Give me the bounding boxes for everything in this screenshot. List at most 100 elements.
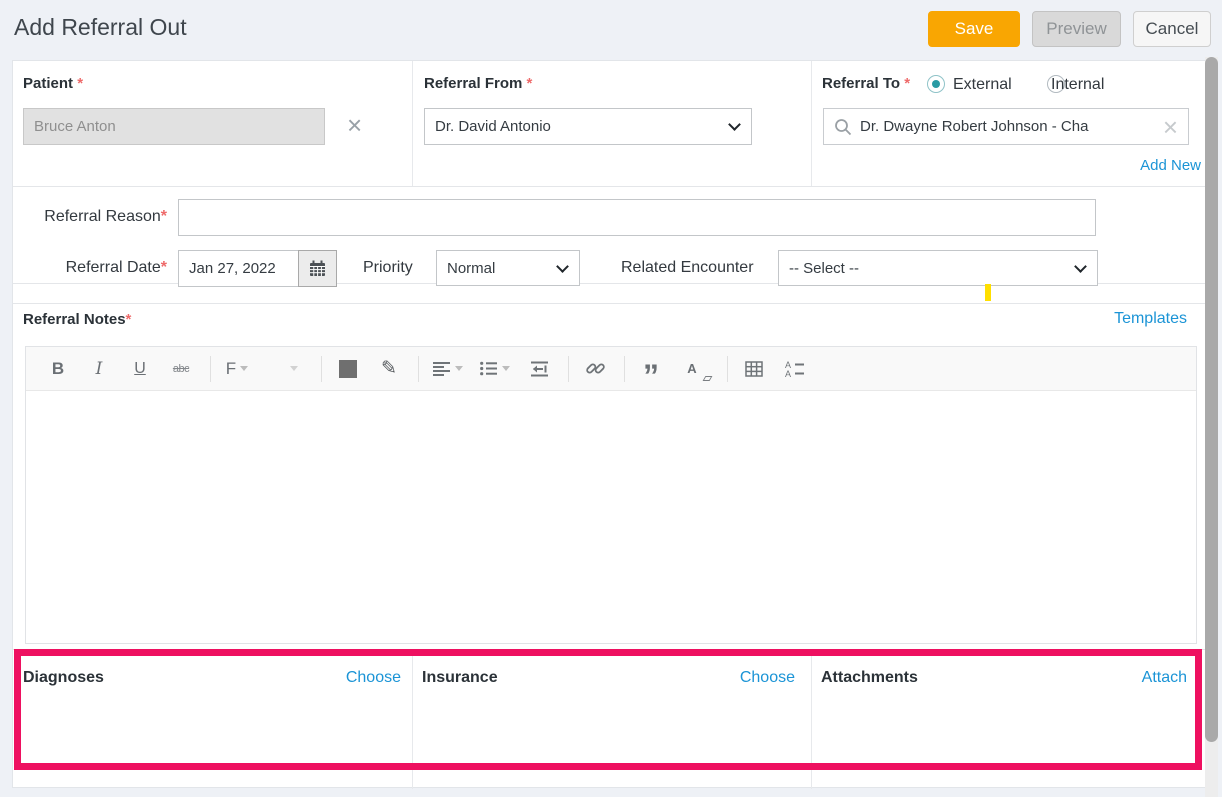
clear-format-letter: A [687, 361, 696, 376]
scrollbar-thumb[interactable] [1205, 57, 1218, 742]
bold-icon[interactable]: B [46, 355, 70, 383]
blockquote-icon[interactable]: ” [639, 362, 663, 390]
color-swatch [339, 360, 357, 378]
notes-editor: B I U abc F ✎ [25, 346, 1197, 644]
preview-button[interactable]: Preview [1032, 11, 1121, 47]
referral-from-label-text: Referral From [424, 75, 522, 92]
referral-form-panel: Patient * × Referral From * Dr. David An… [12, 60, 1208, 788]
patient-clear-icon[interactable]: × [347, 115, 362, 135]
related-encounter-label: Related Encounter [621, 259, 754, 277]
italic-icon[interactable]: I [87, 355, 111, 383]
svg-text:A: A [785, 369, 791, 377]
divider [811, 61, 812, 186]
clear-format-icon[interactable]: A [680, 355, 704, 383]
patient-label: Patient * [23, 75, 83, 92]
external-radio-label[interactable]: External [953, 76, 1012, 94]
priority-select[interactable]: Normal [436, 250, 580, 286]
font-family-icon[interactable]: F [225, 355, 249, 383]
toolbar-separator [418, 356, 419, 382]
referral-to-search-input[interactable] [860, 118, 1163, 135]
calendar-icon[interactable] [298, 250, 337, 287]
referral-reason-input[interactable] [178, 199, 1096, 236]
referral-reason-label-text: Referral Reason [44, 208, 161, 225]
referral-date-input[interactable] [178, 250, 299, 287]
required-asterisk: * [904, 75, 910, 92]
yellow-cursor-marker [985, 284, 991, 301]
referral-to-label: Referral To * [822, 75, 910, 92]
link-icon[interactable] [583, 355, 607, 383]
referral-date-label-text: Referral Date [66, 259, 161, 276]
font-color-icon[interactable] [336, 355, 360, 383]
referral-to-label-text: Referral To [822, 75, 900, 92]
indent-icon[interactable] [527, 355, 551, 383]
highlight-pen-icon[interactable]: ✎ [377, 355, 401, 383]
insurance-label: Insurance [422, 669, 498, 687]
divider [412, 649, 413, 789]
notes-content-area[interactable] [26, 391, 1196, 643]
insurance-choose-link[interactable]: Choose [740, 669, 795, 687]
required-asterisk: * [126, 311, 132, 328]
toolbar-separator [321, 356, 322, 382]
add-new-link[interactable]: Add New [1113, 157, 1201, 174]
search-clear-icon[interactable]: × [1163, 117, 1178, 137]
toolbar-separator [624, 356, 625, 382]
patient-label-text: Patient [23, 75, 73, 92]
divider [13, 186, 1207, 187]
divider [13, 649, 1207, 650]
caret-down-icon [240, 366, 248, 371]
related-encounter-value: -- Select -- [789, 260, 859, 277]
referral-from-select[interactable]: Dr. David Antonio [424, 108, 752, 145]
toolbar-separator [727, 356, 728, 382]
referral-reason-label: Referral Reason* [25, 208, 167, 226]
caret-down-icon [502, 366, 510, 371]
align-icon[interactable] [433, 355, 463, 383]
insurance-section: Insurance Choose [422, 669, 795, 687]
required-asterisk: * [527, 75, 533, 92]
caret-down-icon [455, 366, 463, 371]
priority-label: Priority [363, 259, 413, 277]
divider [13, 303, 1207, 304]
referral-from-label: Referral From * [424, 75, 532, 92]
page-title: Add Referral Out [14, 14, 187, 41]
divider [811, 649, 812, 789]
referral-to-search[interactable]: × [823, 108, 1189, 145]
font-letter: F [226, 359, 236, 379]
referral-notes-label-text: Referral Notes [23, 311, 126, 328]
strikethrough-icon[interactable]: abc [169, 355, 193, 383]
divider [412, 61, 413, 186]
font-size-icon[interactable] [280, 355, 304, 383]
diagnoses-section: Diagnoses Choose [23, 669, 401, 687]
toolbar-separator [568, 356, 569, 382]
search-icon [834, 118, 852, 136]
required-asterisk: * [161, 208, 167, 225]
toolbar-separator [210, 356, 211, 382]
external-radio[interactable] [927, 75, 945, 93]
patient-input[interactable] [23, 108, 325, 145]
list-icon[interactable] [480, 355, 510, 383]
required-asterisk: * [161, 259, 167, 276]
attachments-label: Attachments [821, 669, 918, 687]
diagnoses-label: Diagnoses [23, 669, 104, 687]
related-encounter-select[interactable]: -- Select -- [778, 250, 1098, 286]
templates-link[interactable]: Templates [1013, 310, 1187, 328]
referral-from-value: Dr. David Antonio [435, 118, 551, 135]
alpha-list-icon[interactable]: A A [783, 355, 807, 383]
priority-value: Normal [447, 260, 495, 277]
chevron-down-icon [1074, 260, 1087, 273]
referral-date-label: Referral Date* [25, 259, 167, 277]
eraser-shape [703, 376, 713, 381]
diagnoses-choose-link[interactable]: Choose [346, 669, 401, 687]
save-button[interactable]: Save [928, 11, 1020, 47]
chevron-down-icon [556, 260, 569, 273]
chevron-down-icon [728, 118, 741, 131]
attachments-section: Attachments Attach [821, 669, 1187, 687]
required-asterisk: * [77, 75, 83, 92]
attachments-attach-link[interactable]: Attach [1142, 669, 1187, 687]
internal-radio-label[interactable]: Internal [1051, 76, 1104, 94]
editor-toolbar: B I U abc F ✎ [26, 347, 1196, 391]
cancel-button[interactable]: Cancel [1133, 11, 1211, 47]
table-icon[interactable] [742, 355, 766, 383]
referral-notes-label: Referral Notes* [23, 311, 131, 328]
underline-icon[interactable]: U [128, 355, 152, 383]
caret-down-icon [290, 366, 298, 371]
